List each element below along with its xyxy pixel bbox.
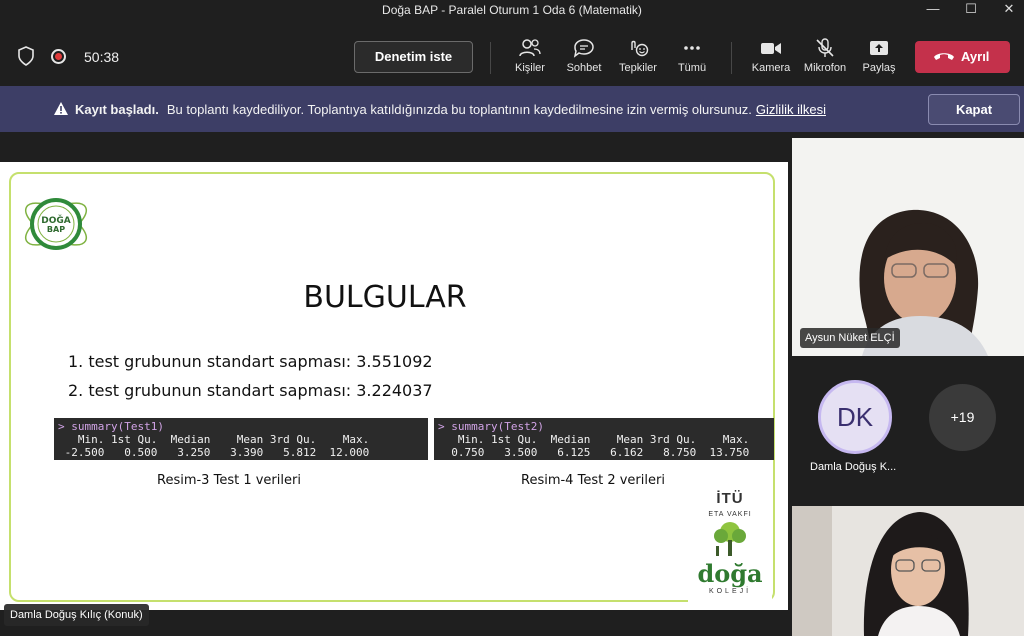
findings-list: 1. test grubunun standart sapması: 3.551… — [68, 352, 433, 410]
avatar-participant-name: Damla Doğuş K... — [810, 461, 897, 473]
logo-doga-text: doğa — [697, 559, 763, 588]
camera-label: Kamera — [751, 62, 791, 74]
microphone-button[interactable]: Mikrofon — [795, 38, 855, 82]
presentation-slide: DOĞA BAP BULGULAR 1. test grubunun stand… — [0, 162, 788, 610]
reactions-button[interactable]: Tepkiler — [608, 38, 668, 82]
r-console-test1: > summary(Test1) Min. 1st Qu. Median Mea… — [54, 418, 428, 460]
more-button[interactable]: Tümü — [662, 38, 722, 82]
summary-values: 0.750 3.500 6.125 6.162 8.750 13.750 — [438, 446, 756, 459]
r-command: > summary(Test1) — [58, 420, 164, 433]
privacy-policy-link[interactable]: Gizlilik ilkesi — [756, 102, 826, 117]
leave-label: Ayrıl — [961, 49, 990, 64]
microphone-label: Mikrofon — [803, 62, 847, 74]
participant-video[interactable]: Aysun Nüket ELÇİ — [792, 138, 1024, 356]
camera-icon — [761, 43, 781, 54]
banner-message: Kayıt başladı. Bu toplantı kaydediliyor. … — [75, 102, 826, 117]
participant-name-tag: Aysun Nüket ELÇİ — [800, 328, 900, 348]
figure-caption: Resim-3 Test 1 verileri — [157, 473, 301, 488]
maximize-button[interactable]: ☐ — [954, 0, 988, 20]
participant-avatar[interactable]: DK — [818, 380, 892, 454]
r-command: > summary(Test2) — [438, 420, 544, 433]
banner-text: Bu toplantı kaydediliyor. Toplantıya kat… — [166, 102, 752, 117]
chat-icon — [573, 39, 594, 58]
doga-bap-logo: DOĞA BAP — [24, 198, 88, 250]
close-window-button[interactable]: ✕ — [992, 0, 1024, 20]
people-label: Kişiler — [515, 62, 545, 74]
meeting-toolbar: 50:38 Denetim iste Kişiler Sohbet Tepkil… — [0, 26, 1024, 86]
r-console-test2: > summary(Test2) Min. 1st Qu. Median Mea… — [434, 418, 774, 460]
shield-icon[interactable] — [17, 46, 35, 66]
more-label: Tümü — [677, 62, 707, 74]
shared-screen: DOĞA BAP BULGULAR 1. test grubunun stand… — [0, 132, 790, 636]
finding-item: 2. test grubunun standart sapması: 3.224… — [68, 381, 433, 400]
share-icon — [870, 41, 888, 55]
dismiss-banner-button[interactable]: Kapat — [928, 94, 1020, 125]
logo-itu-text: İTÜ — [716, 490, 744, 507]
recording-banner: Kayıt başladı. Bu toplantı kaydediliyor. … — [0, 86, 1024, 132]
participant-video[interactable] — [792, 506, 1024, 636]
svg-text:BAP: BAP — [47, 225, 65, 234]
chat-label: Sohbet — [566, 62, 602, 74]
reactions-icon — [631, 40, 649, 57]
people-icon — [519, 39, 541, 57]
recording-indicator-icon — [51, 49, 66, 64]
summary-header: Min. 1st Qu. Median Mean 3rd Qu. Max. — [438, 433, 756, 446]
logo-eta-text: ETA VAKFI — [708, 511, 752, 518]
meeting-timer: 50:38 — [84, 49, 120, 65]
share-button[interactable]: Paylaş — [849, 38, 909, 82]
reactions-label: Tepkiler — [619, 62, 657, 74]
tree-icon — [714, 522, 746, 556]
summary-header: Min. 1st Qu. Median Mean 3rd Qu. Max. — [58, 433, 376, 446]
participants-panel: Aysun Nüket ELÇİ DK +19 Damla Doğuş K... — [790, 132, 1024, 636]
camera-button[interactable]: Kamera — [741, 38, 801, 82]
people-button[interactable]: Kişiler — [500, 38, 560, 82]
window-title: Doğa BAP - Paralel Oturum 1 Oda 6 (Matem… — [382, 3, 642, 17]
summary-values: -2.500 0.500 3.250 3.390 5.812 12.000 — [58, 446, 376, 459]
share-label: Paylaş — [862, 62, 896, 74]
presenter-name-tag: Damla Doğuş Kılıç (Konuk) — [4, 604, 149, 626]
participant-portrait — [792, 138, 1024, 356]
request-control-button[interactable]: Denetim iste — [354, 41, 473, 73]
mic-off-icon — [816, 38, 834, 57]
more-icon — [684, 46, 700, 50]
itu-eta-doga-logo: İTÜ ETA VAKFI doğa KOLEJİ — [688, 484, 772, 602]
logo-koleji-text: KOLEJİ — [708, 588, 752, 595]
banner-title: Kayıt başladı. — [75, 102, 159, 117]
hang-up-icon — [934, 53, 954, 60]
slide-title: BULGULAR — [303, 280, 467, 315]
more-participants-button[interactable]: +19 — [929, 384, 996, 451]
toolbar-divider — [490, 42, 491, 74]
figure-caption: Resim-4 Test 2 verileri — [521, 473, 665, 488]
finding-item: 1. test grubunun standart sapması: 3.551… — [68, 352, 433, 371]
title-bar: Doğa BAP - Paralel Oturum 1 Oda 6 (Matem… — [0, 0, 1024, 20]
chat-button[interactable]: Sohbet — [554, 38, 614, 82]
participant-portrait — [792, 506, 1024, 636]
minimize-button[interactable]: — — [916, 0, 950, 20]
leave-button[interactable]: Ayrıl — [915, 41, 1010, 73]
warning-icon — [54, 102, 68, 115]
toolbar-divider — [731, 42, 732, 74]
